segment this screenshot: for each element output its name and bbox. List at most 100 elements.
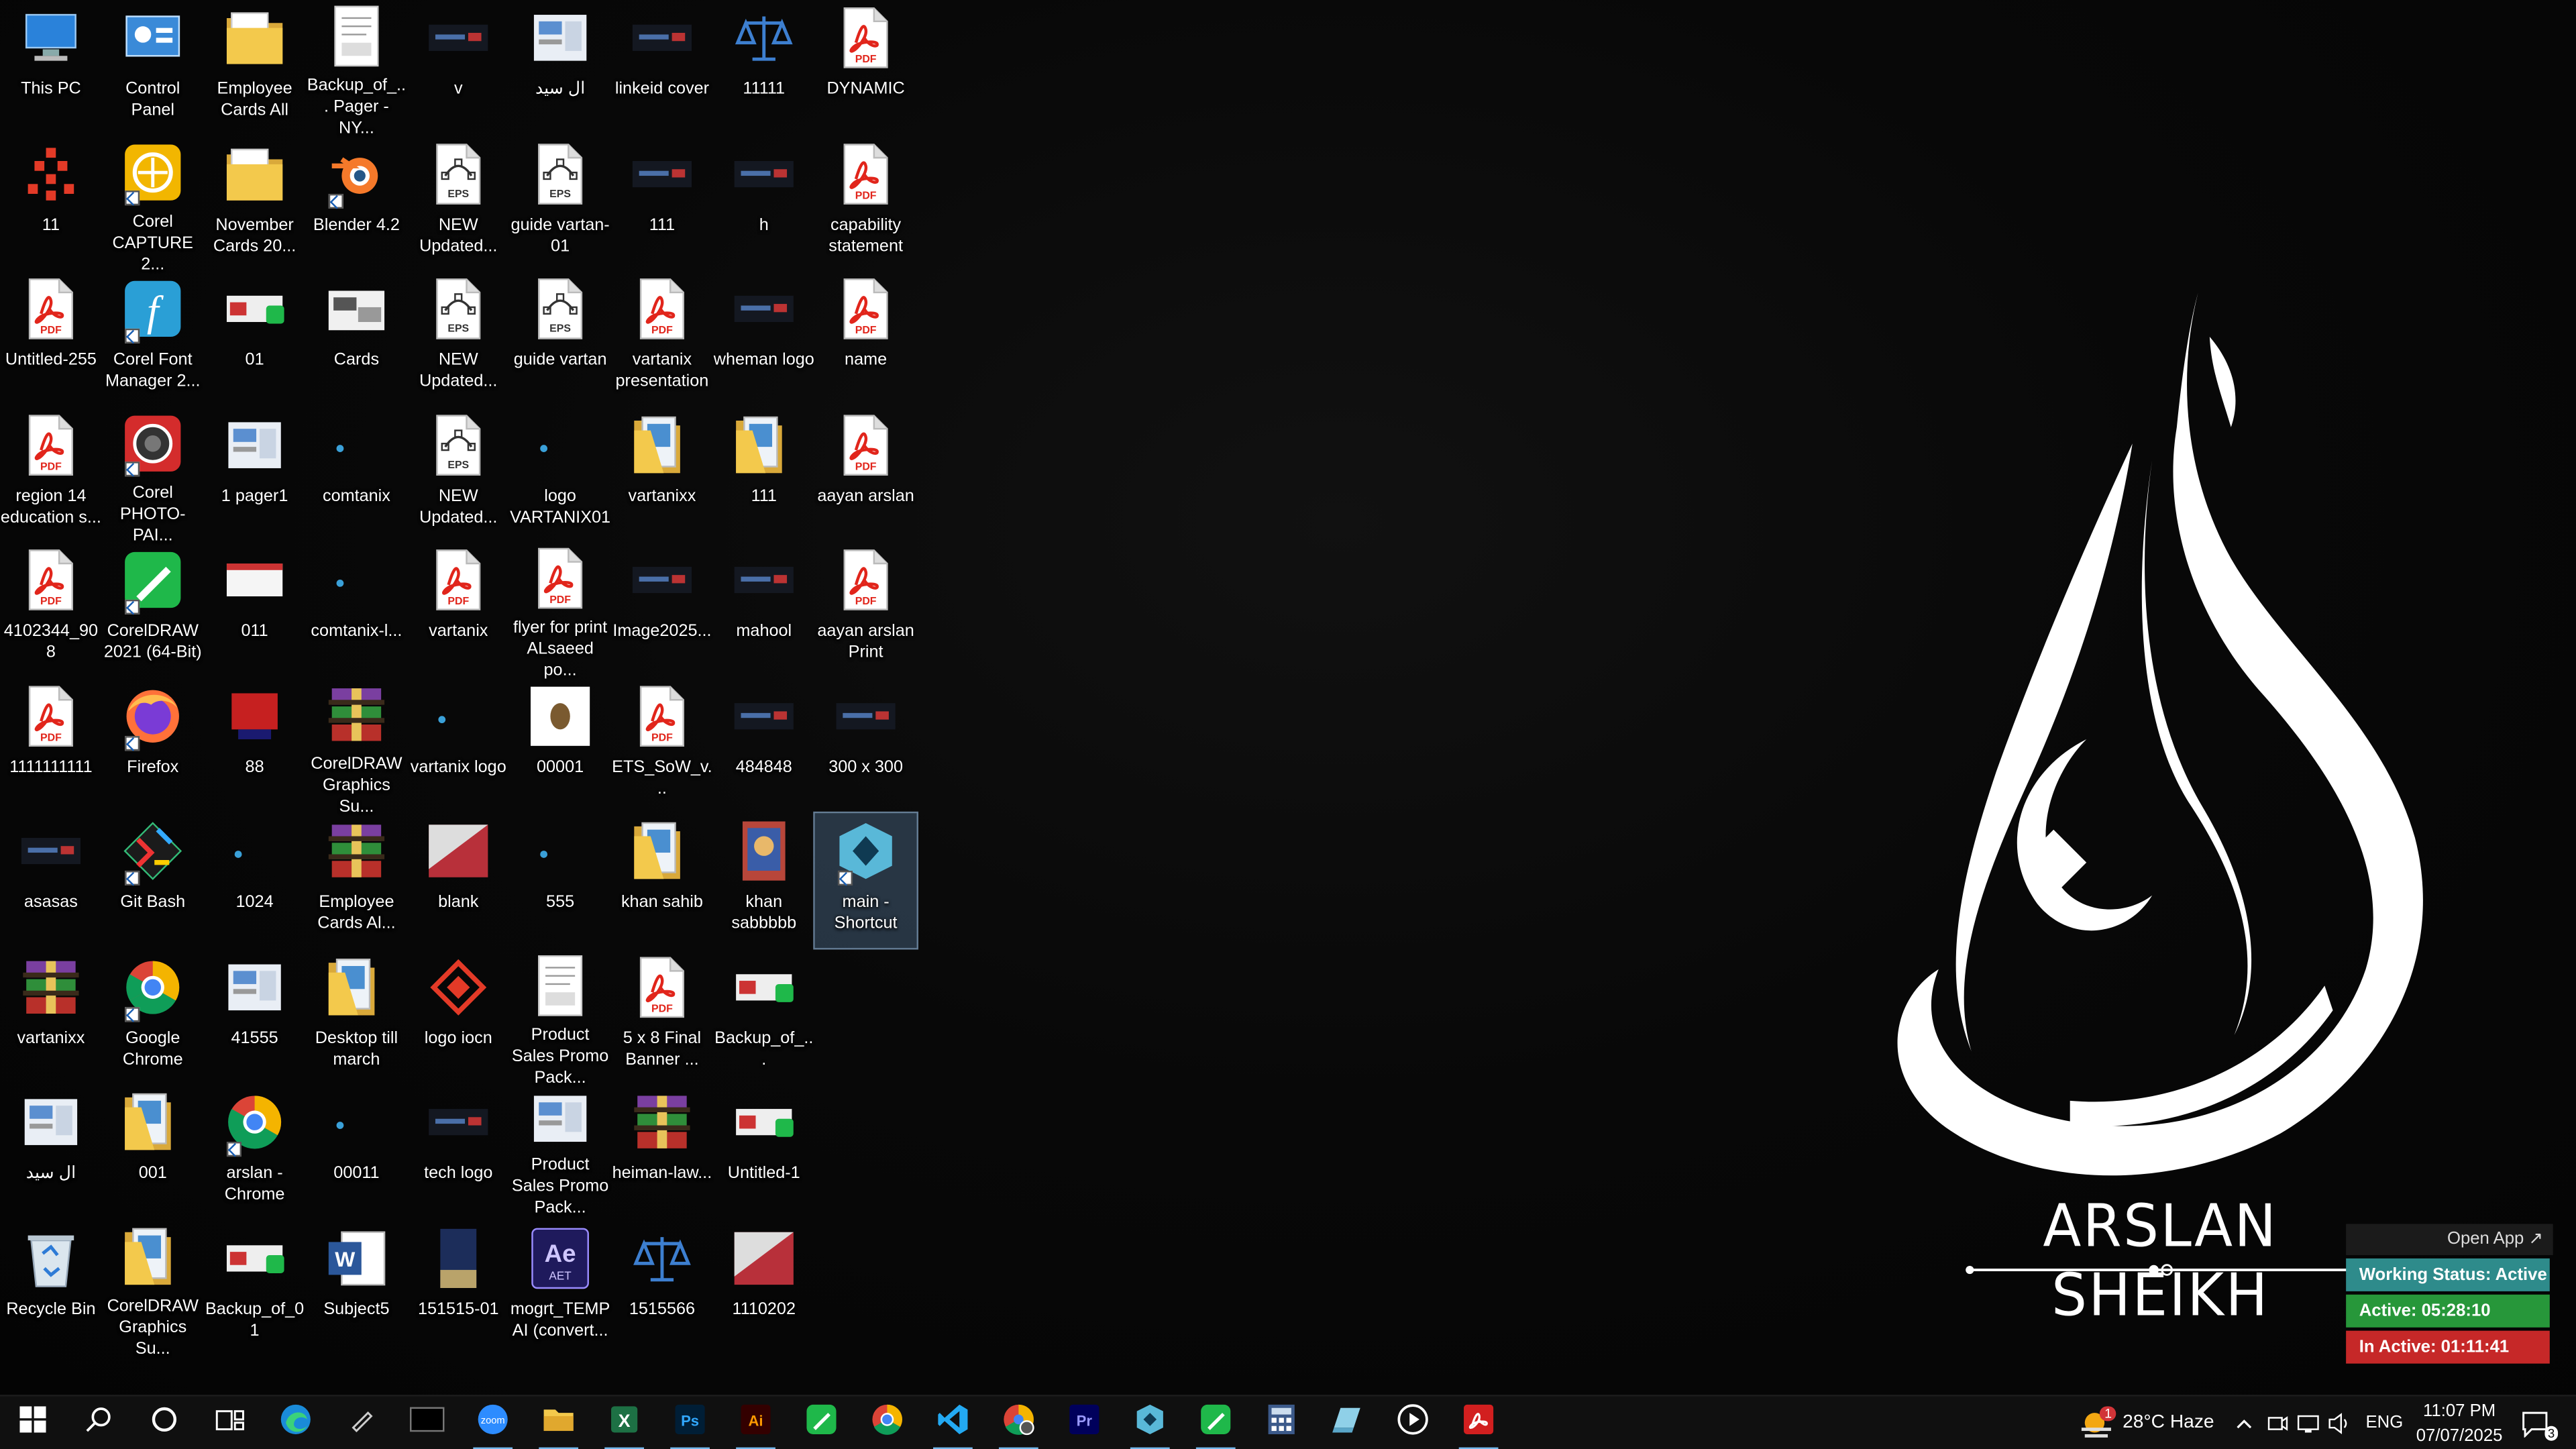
desktop-icon-heiman-law[interactable]: heiman-law... xyxy=(611,1084,713,1219)
desktop-icon-google-chrome[interactable]: Google Chrome xyxy=(102,949,204,1083)
desktop-icon-1-pager1[interactable]: 1 pager1 xyxy=(204,407,306,541)
desktop-icon-mahool[interactable]: mahool xyxy=(713,542,815,677)
taskbar-search-button[interactable] xyxy=(66,1397,131,1449)
volume-icon[interactable] xyxy=(2328,1413,2351,1434)
desktop-icon-employee-cards-all[interactable]: Employee Cards All xyxy=(204,0,306,135)
desktop-icon-41555[interactable]: 41555 xyxy=(204,949,306,1083)
desktop-icon-5-x-8-final-banner[interactable]: PDF 5 x 8 Final Banner ... xyxy=(611,949,713,1083)
desktop-icon-employee-cards-al[interactable]: Employee Cards Al... xyxy=(306,813,408,948)
desktop-icon-mogrt-temp-ai-convert[interactable]: Ae AET mogrt_TEMP AI (convert... xyxy=(509,1220,611,1354)
meet-icon[interactable] xyxy=(2267,1413,2289,1434)
taskbar-coreldraw-2-button[interactable] xyxy=(1183,1397,1248,1449)
taskbar-zoom-button[interactable]: zoom xyxy=(460,1397,526,1449)
taskbar-app-button[interactable] xyxy=(1117,1397,1183,1449)
desktop-icon-backup-of-01[interactable]: Backup_of_01 xyxy=(204,1220,306,1354)
desktop-icon-new-updated[interactable]: EPS NEW Updated... xyxy=(407,407,509,541)
desktop-icon-484848[interactable]: 484848 xyxy=(713,678,815,812)
taskbar-coreldraw-button[interactable] xyxy=(789,1397,855,1449)
desktop-icon-linkeid-cover[interactable]: linkeid cover xyxy=(611,0,713,135)
chevron-up-icon[interactable] xyxy=(2235,1415,2254,1434)
desktop-icon-151515-01[interactable]: 151515-01 xyxy=(407,1220,509,1354)
desktop-icon-blender-4-2[interactable]: Blender 4.2 xyxy=(306,136,408,270)
desktop-icon-image2025[interactable]: Image2025... xyxy=(611,542,713,677)
taskbar-terminal-button[interactable] xyxy=(394,1397,460,1449)
desktop-icon-01[interactable]: 01 xyxy=(204,271,306,406)
desktop-icon-111[interactable]: 111 xyxy=(611,136,713,270)
weather-text[interactable]: 28°C Haze xyxy=(2123,1413,2214,1432)
desktop-icon-backup-of[interactable]: Backup_of_... xyxy=(713,949,815,1083)
desktop-icon-h[interactable]: h xyxy=(713,136,815,270)
desktop-icon-git-bash[interactable]: Git Bash xyxy=(102,813,204,948)
desktop[interactable]: ARSLAN SHEIKH This PC 11 PDF Untitled-255 PD… xyxy=(0,0,2576,1449)
desktop-icon-300-x-300[interactable]: 300 x 300 xyxy=(815,678,917,812)
clock-date[interactable]: 07/07/2025 xyxy=(2415,1426,2504,1446)
desktop-icon-control-panel[interactable]: Control Panel xyxy=(102,0,204,135)
desktop-icon-vartanix[interactable]: PDF vartanix xyxy=(407,542,509,677)
desktop-icon-firefox[interactable]: Firefox xyxy=(102,678,204,812)
desktop-icon-arslan-chrome[interactable]: arslan - Chrome xyxy=(204,1084,306,1219)
desktop-icon-comtanix-l[interactable]: comtanix-l... xyxy=(306,542,408,677)
desktop-icon-new-updated[interactable]: EPS NEW Updated... xyxy=(407,136,509,270)
desktop-icon-logo-vartanix01[interactable]: logo VARTANIX01 xyxy=(509,407,611,541)
desktop-icon-coreldraw-2021-64-bit[interactable]: CorelDRAW 2021 (64-Bit) xyxy=(102,542,204,677)
desktop-icon-cards[interactable]: Cards xyxy=(306,271,408,406)
desktop-icon-corel-capture-2[interactable]: Corel CAPTURE 2... xyxy=(102,136,204,274)
taskbar-excel-button[interactable]: X xyxy=(592,1397,657,1449)
desktop-icon-coreldraw-graphics-su[interactable]: CorelDRAW Graphics Su... xyxy=(102,1220,204,1358)
desktop-icon-1024[interactable]: 1024 xyxy=(204,813,306,948)
desktop-icon-11[interactable]: 11 xyxy=(0,136,102,270)
desktop-icon-capability-statement[interactable]: PDF capability statement xyxy=(815,136,917,270)
desktop-icon-region-14-education-s[interactable]: PDF region 14 education s... xyxy=(0,407,102,541)
desktop-icon-111[interactable]: 111 xyxy=(713,407,815,541)
language-indicator[interactable]: ENG xyxy=(2366,1413,2404,1432)
desktop-icon-logo-iocn[interactable]: logo iocn xyxy=(407,949,509,1083)
desktop-icon-4102344-908[interactable]: PDF 4102344_908 xyxy=(0,542,102,677)
desktop-icon-khan-sahib[interactable]: khan sahib xyxy=(611,813,713,948)
desktop-icon-vartanixx[interactable]: vartanixx xyxy=(611,407,713,541)
desktop-icon-[interactable]: ال سيد xyxy=(509,0,611,135)
desktop-icon-vartanix-logo[interactable]: vartanix logo xyxy=(407,678,509,812)
desktop-icon-aayan-arslan-print[interactable]: PDF aayan arslan Print xyxy=(815,542,917,677)
desktop-icon-comtanix[interactable]: comtanix xyxy=(306,407,408,541)
taskbar-chrome-profile-button[interactable] xyxy=(985,1397,1051,1449)
clock-time[interactable]: 11:07 PM xyxy=(2422,1401,2498,1421)
desktop-icon-guide-vartan[interactable]: EPS guide vartan xyxy=(509,271,611,406)
taskbar-illustrator-button[interactable]: Ai xyxy=(723,1397,789,1449)
desktop-icon-desktop-till-march[interactable]: Desktop till march xyxy=(306,949,408,1083)
desktop-icon-untitled-255[interactable]: PDF Untitled-255 xyxy=(0,271,102,406)
desktop-icon-coreldraw-graphics-su[interactable]: CorelDRAW Graphics Su... xyxy=(306,678,408,816)
desktop-icon-00011[interactable]: 00011 xyxy=(306,1084,408,1219)
desktop-icon-aayan-arslan[interactable]: PDF aayan arslan xyxy=(815,407,917,541)
taskbar-photoshop-button[interactable]: Ps xyxy=(657,1397,723,1449)
desktop-icon-main-shortcut[interactable]: main - Shortcut xyxy=(813,811,918,950)
taskbar-task-view-button[interactable] xyxy=(197,1397,263,1449)
desktop-icon-ets-sow-v[interactable]: PDF ETS_SoW_v... xyxy=(611,678,713,812)
desktop-icon-new-updated[interactable]: EPS NEW Updated... xyxy=(407,271,509,406)
taskbar-start-button[interactable] xyxy=(0,1397,66,1449)
taskbar-acrobat-button[interactable] xyxy=(1446,1397,1511,1449)
desktop-icon-untitled-1[interactable]: Untitled-1 xyxy=(713,1084,815,1219)
desktop-icon-november-cards-20[interactable]: November Cards 20... xyxy=(204,136,306,270)
desktop-icon-88[interactable]: 88 xyxy=(204,678,306,812)
taskbar-cortana-button[interactable] xyxy=(131,1397,197,1449)
desktop-icon-001[interactable]: 001 xyxy=(102,1084,204,1219)
desktop-icon-011[interactable]: 011 xyxy=(204,542,306,677)
desktop-icon-flyer-for-print-alsaeed-po[interactable]: PDF flyer for print ALsaeed po... xyxy=(509,542,611,680)
desktop-icon-11111[interactable]: 11111 xyxy=(713,0,815,135)
network-icon[interactable] xyxy=(2297,1413,2320,1434)
desktop-icon-khan-sabbbbb[interactable]: khan sabbbbb xyxy=(713,813,815,948)
notification-center-button[interactable]: 3 xyxy=(2504,1397,2569,1449)
desktop-icon-v[interactable]: v xyxy=(407,0,509,135)
desktop-icon-product-sales-promo-pack[interactable]: Product Sales Promo Pack... xyxy=(509,1084,611,1219)
desktop-icon-backup-of-pager-ny[interactable]: Backup_of_... Pager - NY... xyxy=(306,0,408,138)
taskbar-vscode-button[interactable] xyxy=(920,1397,985,1449)
taskbar-calculator-button[interactable] xyxy=(1248,1397,1314,1449)
taskbar-media-player-button[interactable] xyxy=(1380,1397,1446,1449)
desktop-icon-corel-photo-pai[interactable]: Corel PHOTO-PAI... xyxy=(102,407,204,545)
desktop-icon-asasas[interactable]: asasas xyxy=(0,813,102,948)
desktop-icon-tech-logo[interactable]: tech logo xyxy=(407,1084,509,1219)
desktop-icon-555[interactable]: 555 xyxy=(509,813,611,948)
desktop-icon-[interactable]: ال سيد xyxy=(0,1084,102,1219)
desktop-icon-name[interactable]: PDF name xyxy=(815,271,917,406)
desktop-icon-subject5[interactable]: W Subject5 xyxy=(306,1220,408,1354)
